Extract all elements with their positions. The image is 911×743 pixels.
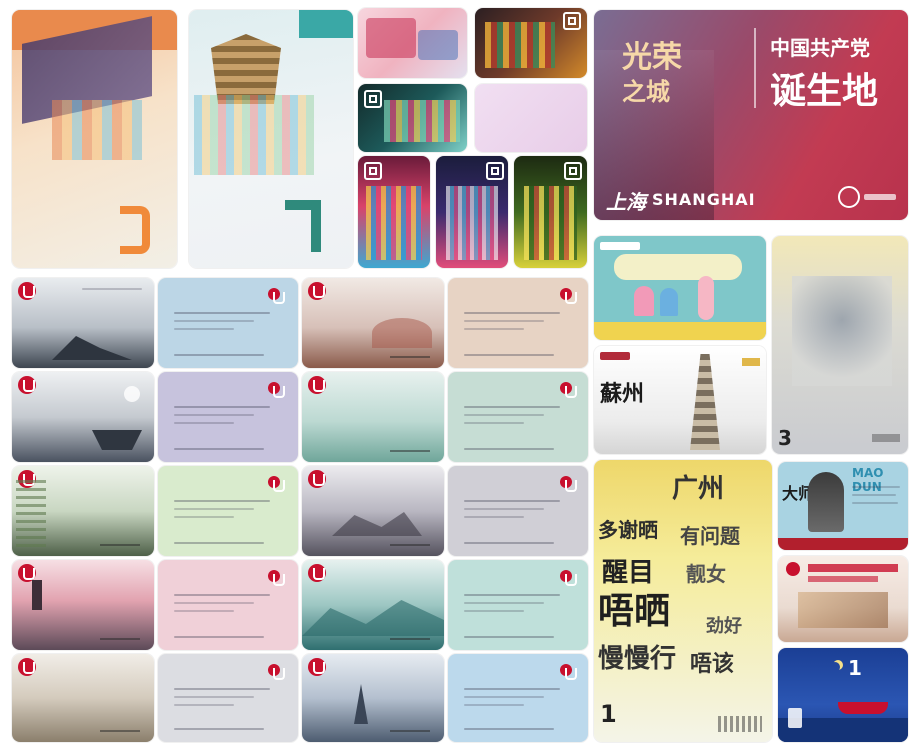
- divider: [754, 28, 756, 108]
- landscape-card: [302, 654, 444, 742]
- hangzhou-number-card: 3: [772, 236, 908, 454]
- pixel-landscape: [792, 276, 892, 386]
- poster-right-line-1: 中国共产党: [770, 36, 870, 60]
- poster-city-en: SHANGHAI: [652, 190, 756, 209]
- number-glyph-3: [120, 206, 150, 254]
- pixel-pagoda-card-teal: [189, 10, 353, 268]
- pixel-pagoda-card-orange: [12, 10, 177, 268]
- landscape-card: [302, 466, 444, 556]
- word-7: 慢慢行: [598, 644, 677, 674]
- word-4: 靓女: [686, 562, 726, 586]
- info-card: [158, 654, 298, 742]
- colorful-city-card-1: [358, 8, 467, 78]
- colorful-city-card-6: [514, 156, 587, 268]
- info-card: [448, 560, 588, 650]
- subway-cartoon-card: [594, 236, 766, 340]
- child-figure: [634, 286, 654, 316]
- shanghai-poster-card: 光荣 光荣 之城 中国共产党 诞生地 上海 SHANGHAI: [594, 10, 908, 220]
- number-glyph-7: [285, 200, 321, 252]
- word-5: 唔晒: [598, 591, 671, 632]
- poster-left-line-1: 光荣: [622, 40, 682, 75]
- info-card: [158, 466, 298, 556]
- adult-figure: [698, 276, 714, 320]
- suzhou-title: 蘇州: [600, 381, 645, 407]
- landscape-card: [12, 372, 154, 462]
- figure-icon: [788, 708, 802, 728]
- landscape-card: [12, 560, 154, 650]
- word-guangzhou: 广州: [672, 474, 725, 504]
- info-card: [448, 654, 588, 742]
- info-card: [448, 466, 588, 556]
- info-card: [158, 560, 298, 650]
- landscape-card: [302, 372, 444, 462]
- poster-right-line-2: 诞生地: [770, 71, 879, 112]
- pagoda-icon: [211, 34, 281, 104]
- pixel-mosaic: [194, 95, 314, 175]
- card-number: 1: [848, 656, 862, 680]
- blank-pink-card: [475, 84, 587, 152]
- mao-dun-english-title: MAO DUN: [852, 466, 884, 494]
- landscape-card: [12, 654, 154, 742]
- party-history-card: [778, 556, 908, 642]
- landscape-card: [302, 278, 444, 368]
- word-8: 唔该: [690, 652, 735, 677]
- mao-dun-card: 大师 MAO DUN: [778, 462, 908, 550]
- landscape-card: [302, 560, 444, 650]
- info-card: [158, 372, 298, 462]
- word-2: 有问题: [680, 524, 740, 548]
- landscape-card: [12, 466, 154, 556]
- poster-left-line-2: 之城: [622, 78, 670, 106]
- colorful-city-card-5: [436, 156, 508, 268]
- party-emblem-icon: [786, 562, 800, 576]
- info-card: [448, 278, 588, 368]
- colorful-city-card-3: [358, 84, 467, 152]
- boat-icon: [838, 702, 888, 714]
- moon-icon: [830, 662, 840, 672]
- info-card: [448, 372, 588, 462]
- word-6: 劲好: [706, 616, 742, 637]
- colorful-city-card-4: [358, 156, 430, 268]
- suzhou-pagoda-card: 蘇州: [594, 346, 766, 454]
- portrait: [808, 472, 844, 532]
- card-number: 3: [778, 426, 792, 450]
- pagoda-icon: [690, 354, 720, 450]
- card-number: 1: [600, 700, 617, 728]
- barcode-icon: [718, 716, 762, 732]
- word-1: 多谢晒: [598, 518, 658, 542]
- night-boat-card: 1: [778, 648, 908, 742]
- teal-corner: [299, 10, 353, 38]
- child-figure: [660, 288, 678, 316]
- landscape-card: [12, 278, 154, 368]
- pixel-mosaic: [52, 100, 142, 160]
- info-card: [158, 278, 298, 368]
- metro-logo-icon: [838, 186, 860, 208]
- colorful-city-card-2: [475, 8, 587, 78]
- historical-scene: [798, 592, 888, 628]
- poster-city-cn: 上海: [606, 190, 646, 214]
- guangzhou-words-card: 广州 多谢晒 有问题 醒目 靓女 唔晒 劲好 慢慢行 唔该 1: [594, 460, 772, 742]
